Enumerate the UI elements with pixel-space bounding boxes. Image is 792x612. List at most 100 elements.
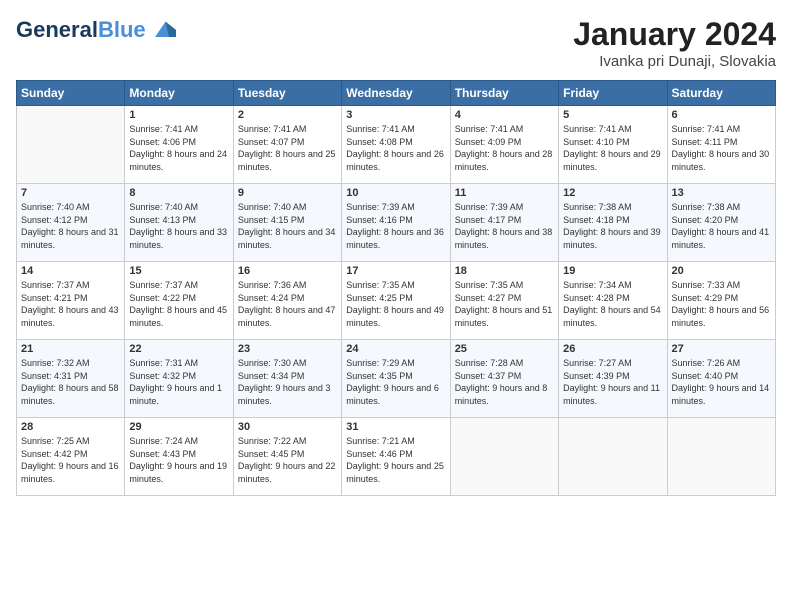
col-wednesday: Wednesday (342, 81, 450, 106)
calendar-cell: 31Sunrise: 7:21 AMSunset: 4:46 PMDayligh… (342, 418, 450, 496)
day-number: 24 (346, 343, 445, 355)
day-number: 18 (455, 265, 554, 277)
day-number: 3 (346, 109, 445, 121)
calendar-week-3: 21 Sunrise: 7:32 AMSunset: 4:31 PMDayligh… (17, 340, 776, 418)
day-info: Sunrise: 7:37 AMSunset: 4:22 PMDaylight:… (129, 279, 228, 329)
day-number: 11 (455, 187, 554, 199)
calendar-cell: 5Sunrise: 7:41 AMSunset: 4:10 PMDaylight… (559, 106, 667, 184)
calendar-cell: 14Sunrise: 7:37 AMSunset: 4:21 PMDayligh… (17, 262, 125, 340)
calendar-week-0: 1Sunrise: 7:41 AMSunset: 4:06 PMDaylight… (17, 106, 776, 184)
month-title: January 2024 (573, 16, 776, 53)
day-info: Sunrise: 7:35 AMSunset: 4:25 PMDaylight:… (346, 279, 445, 329)
col-tuesday: Tuesday (233, 81, 341, 106)
day-info: Sunrise: 7:39 AMSunset: 4:16 PMDaylight:… (346, 201, 445, 251)
day-info: Sunrise: 7:34 AMSunset: 4:28 PMDaylight:… (563, 279, 662, 329)
day-info: Sunrise: 7:38 AMSunset: 4:20 PMDaylight:… (672, 201, 771, 251)
day-number: 21 (21, 343, 120, 355)
day-info: Sunrise: 7:32 AMSunset: 4:31 PMDaylight:… (21, 357, 120, 407)
calendar-cell: 10 Sunrise: 7:39 AMSunset: 4:16 PMDayligh… (342, 184, 450, 262)
calendar-week-4: 28 Sunrise: 7:25 AMSunset: 4:42 PMDayligh… (17, 418, 776, 496)
col-saturday: Saturday (667, 81, 775, 106)
calendar-cell: 23 Sunrise: 7:30 AMSunset: 4:34 PMDayligh… (233, 340, 341, 418)
col-friday: Friday (559, 81, 667, 106)
col-sunday: Sunday (17, 81, 125, 106)
col-monday: Monday (125, 81, 233, 106)
location: Ivanka pri Dunaji, Slovakia (573, 53, 776, 70)
day-info: Sunrise: 7:21 AMSunset: 4:46 PMDaylight:… (346, 435, 445, 485)
day-info: Sunrise: 7:30 AMSunset: 4:34 PMDaylight:… (238, 357, 337, 407)
calendar-cell: 4 Sunrise: 7:41 AMSunset: 4:09 PMDaylight… (450, 106, 558, 184)
day-number: 28 (21, 421, 120, 433)
day-info: Sunrise: 7:41 AMSunset: 4:11 PMDaylight:… (672, 123, 771, 173)
day-info: Sunrise: 7:41 AMSunset: 4:10 PMDaylight:… (563, 123, 662, 173)
day-info: Sunrise: 7:41 AMSunset: 4:09 PMDaylight:… (455, 123, 554, 173)
day-info: Sunrise: 7:25 AMSunset: 4:42 PMDaylight:… (21, 435, 120, 485)
calendar-cell: 24 Sunrise: 7:29 AMSunset: 4:35 PMDayligh… (342, 340, 450, 418)
day-number: 22 (129, 343, 228, 355)
day-number: 25 (455, 343, 554, 355)
logo-text: GeneralBlue (16, 18, 146, 42)
day-info: Sunrise: 7:27 AMSunset: 4:39 PMDaylight:… (563, 357, 662, 407)
day-number: 17 (346, 265, 445, 277)
day-number: 15 (129, 265, 228, 277)
day-info: Sunrise: 7:33 AMSunset: 4:29 PMDaylight:… (672, 279, 771, 329)
day-info: Sunrise: 7:38 AMSunset: 4:18 PMDaylight:… (563, 201, 662, 251)
day-info: Sunrise: 7:37 AMSunset: 4:21 PMDaylight:… (21, 279, 120, 329)
day-info: Sunrise: 7:40 AMSunset: 4:12 PMDaylight:… (21, 201, 120, 251)
calendar-cell: 28 Sunrise: 7:25 AMSunset: 4:42 PMDayligh… (17, 418, 125, 496)
calendar-cell: 6Sunrise: 7:41 AMSunset: 4:11 PMDaylight… (667, 106, 775, 184)
day-info: Sunrise: 7:40 AMSunset: 4:15 PMDaylight:… (238, 201, 337, 251)
day-number: 19 (563, 265, 662, 277)
header: GeneralBlue January 2024 Ivanka pri Duna… (16, 16, 776, 70)
day-number: 26 (563, 343, 662, 355)
calendar-cell: 19 Sunrise: 7:34 AMSunset: 4:28 PMDayligh… (559, 262, 667, 340)
day-number: 29 (129, 421, 228, 433)
day-number: 20 (672, 265, 771, 277)
day-number: 13 (672, 187, 771, 199)
calendar-cell: 30 Sunrise: 7:22 AMSunset: 4:45 PMDayligh… (233, 418, 341, 496)
header-row: Sunday Monday Tuesday Wednesday Thursday… (17, 81, 776, 106)
day-info: Sunrise: 7:29 AMSunset: 4:35 PMDaylight:… (346, 357, 445, 407)
calendar-cell: 8 Sunrise: 7:40 AMSunset: 4:13 PMDaylight… (125, 184, 233, 262)
calendar-table: Sunday Monday Tuesday Wednesday Thursday… (16, 80, 776, 496)
calendar-cell (559, 418, 667, 496)
day-info: Sunrise: 7:22 AMSunset: 4:45 PMDaylight:… (238, 435, 337, 485)
calendar-cell: 2Sunrise: 7:41 AMSunset: 4:07 PMDaylight… (233, 106, 341, 184)
col-thursday: Thursday (450, 81, 558, 106)
calendar-cell (450, 418, 558, 496)
calendar-cell: 26 Sunrise: 7:27 AMSunset: 4:39 PMDayligh… (559, 340, 667, 418)
day-number: 12 (563, 187, 662, 199)
day-info: Sunrise: 7:35 AMSunset: 4:27 PMDaylight:… (455, 279, 554, 329)
day-number: 30 (238, 421, 337, 433)
day-number: 23 (238, 343, 337, 355)
day-info: Sunrise: 7:41 AMSunset: 4:06 PMDaylight:… (129, 123, 228, 173)
day-number: 7 (21, 187, 120, 199)
title-block: January 2024 Ivanka pri Dunaji, Slovakia (573, 16, 776, 70)
day-number: 16 (238, 265, 337, 277)
calendar-cell: 15 Sunrise: 7:37 AMSunset: 4:22 PMDayligh… (125, 262, 233, 340)
calendar-cell: 27Sunrise: 7:26 AMSunset: 4:40 PMDayligh… (667, 340, 775, 418)
day-number: 4 (455, 109, 554, 121)
day-info: Sunrise: 7:41 AMSunset: 4:08 PMDaylight:… (346, 123, 445, 173)
day-info: Sunrise: 7:40 AMSunset: 4:13 PMDaylight:… (129, 201, 228, 251)
day-number: 10 (346, 187, 445, 199)
day-number: 8 (129, 187, 228, 199)
calendar-week-2: 14Sunrise: 7:37 AMSunset: 4:21 PMDayligh… (17, 262, 776, 340)
day-number: 9 (238, 187, 337, 199)
calendar-cell: 9 Sunrise: 7:40 AMSunset: 4:15 PMDaylight… (233, 184, 341, 262)
calendar-cell: 13 Sunrise: 7:38 AMSunset: 4:20 PMDayligh… (667, 184, 775, 262)
calendar-cell: 3 Sunrise: 7:41 AMSunset: 4:08 PMDaylight… (342, 106, 450, 184)
calendar-cell: 21 Sunrise: 7:32 AMSunset: 4:31 PMDayligh… (17, 340, 125, 418)
calendar-cell: 29Sunrise: 7:24 AMSunset: 4:43 PMDayligh… (125, 418, 233, 496)
day-info: Sunrise: 7:39 AMSunset: 4:17 PMDaylight:… (455, 201, 554, 251)
calendar-cell: 11 Sunrise: 7:39 AMSunset: 4:17 PMDayligh… (450, 184, 558, 262)
calendar-cell (17, 106, 125, 184)
calendar-cell: 7 Sunrise: 7:40 AMSunset: 4:12 PMDaylight… (17, 184, 125, 262)
logo-icon (148, 16, 176, 44)
calendar-cell: 20 Sunrise: 7:33 AMSunset: 4:29 PMDayligh… (667, 262, 775, 340)
day-number: 27 (672, 343, 771, 355)
main-container: GeneralBlue January 2024 Ivanka pri Duna… (0, 0, 792, 504)
day-info: Sunrise: 7:31 AMSunset: 4:32 PMDaylight:… (129, 357, 228, 407)
day-info: Sunrise: 7:36 AMSunset: 4:24 PMDaylight:… (238, 279, 337, 329)
day-number: 2 (238, 109, 337, 121)
